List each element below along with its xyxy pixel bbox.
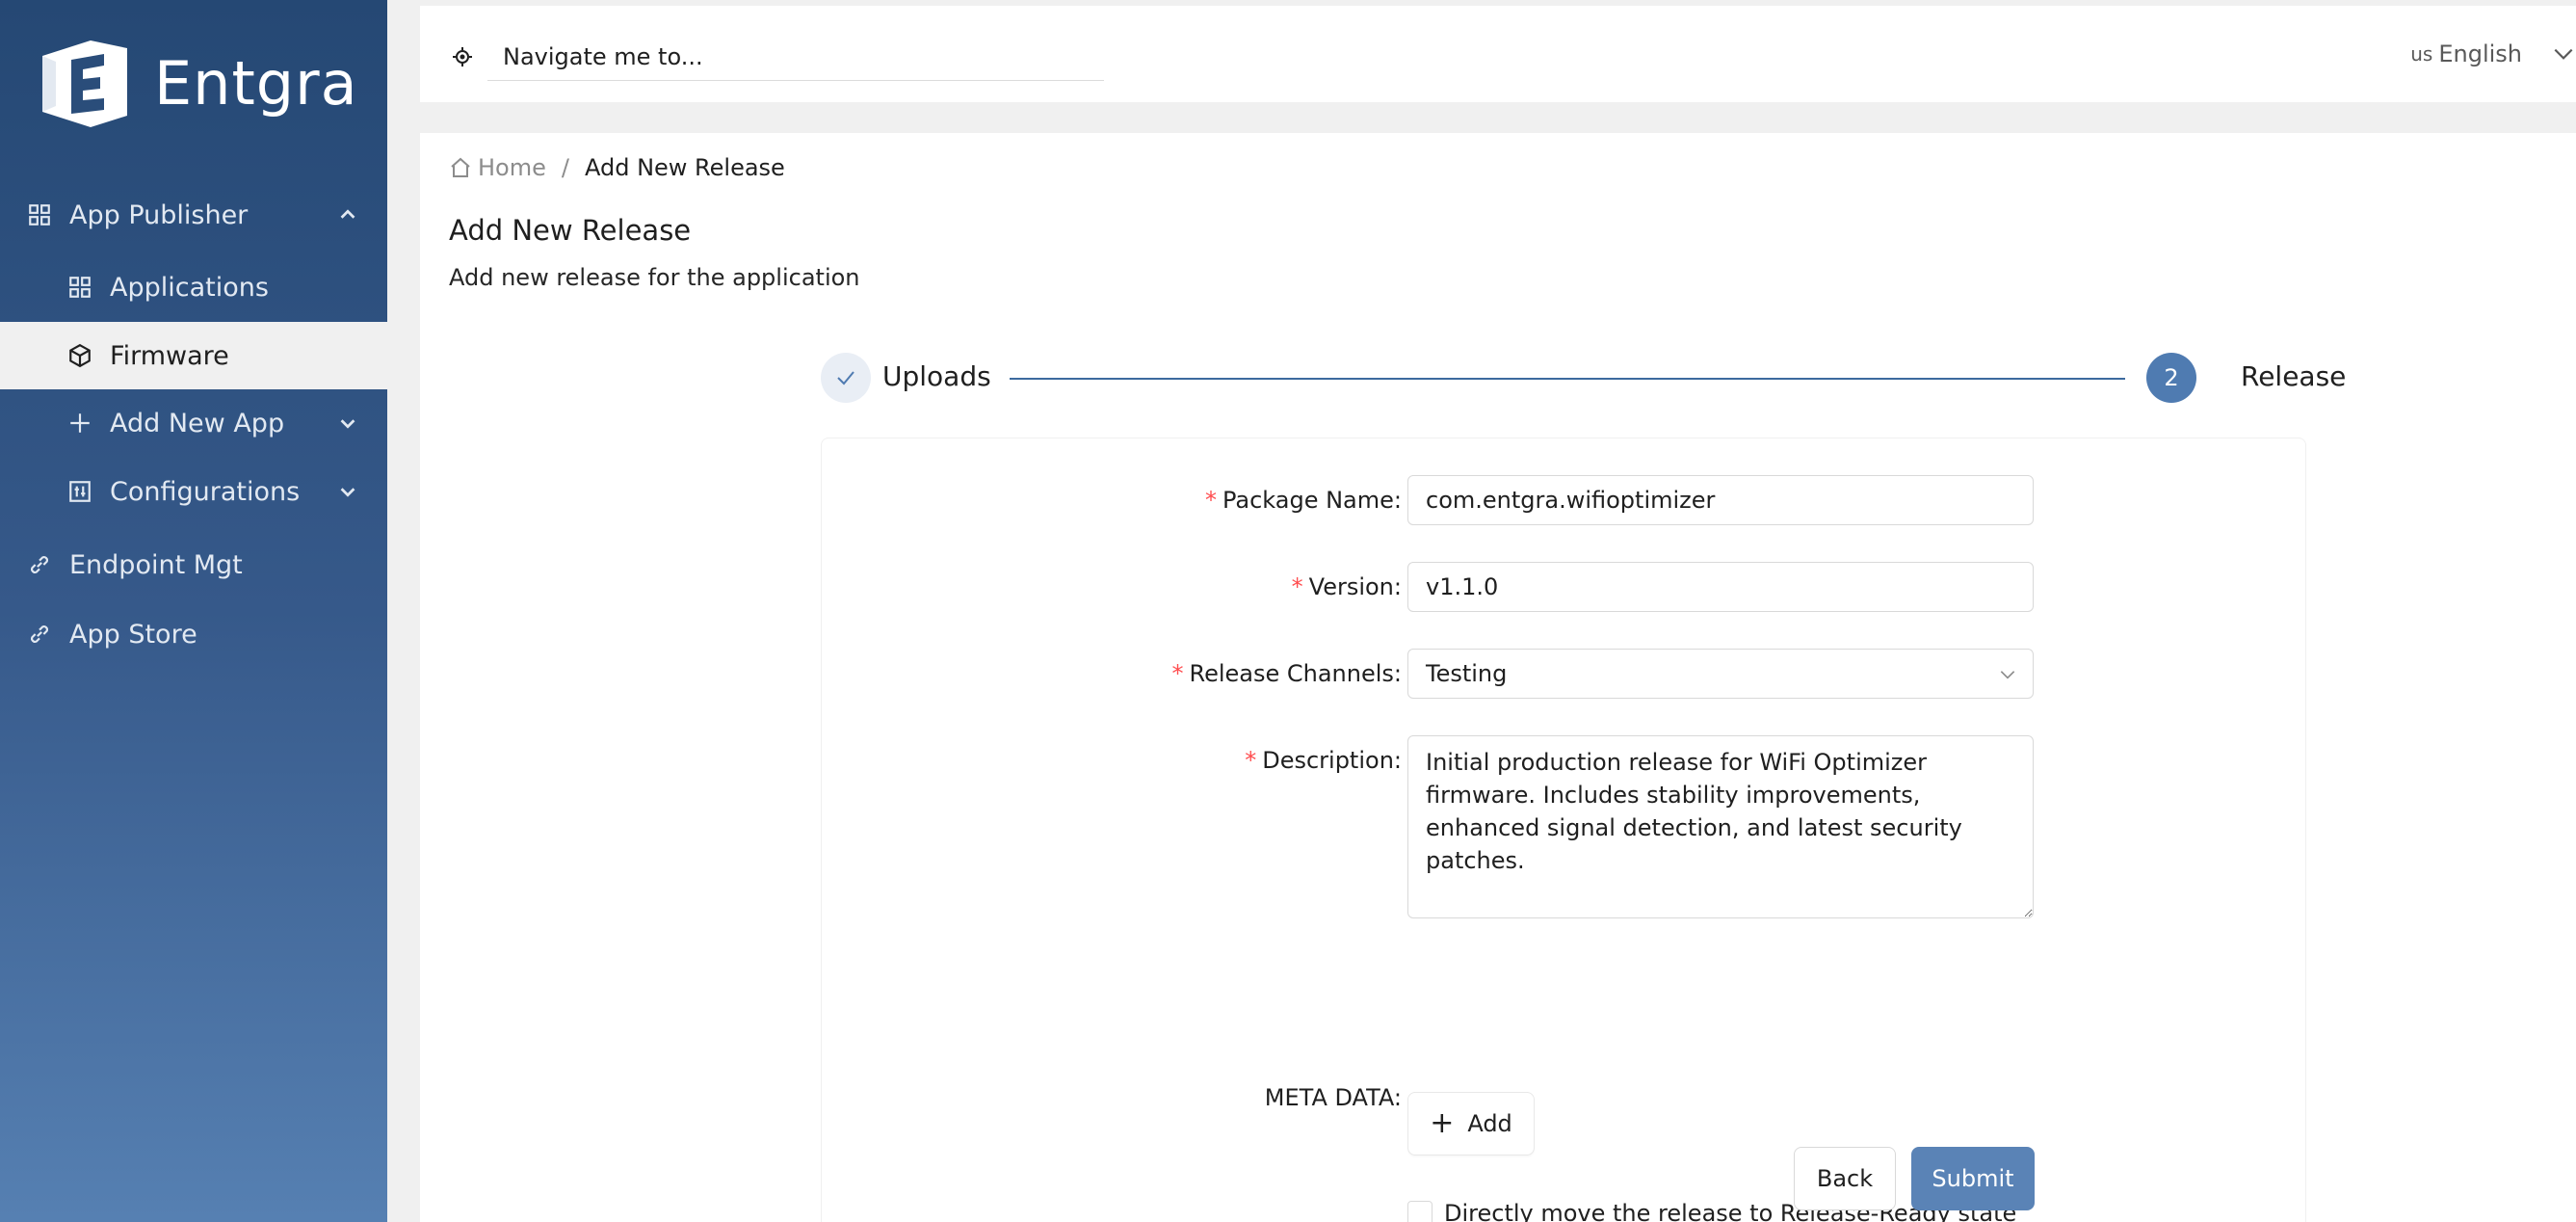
sliders-icon	[69, 481, 91, 502]
check-icon	[837, 371, 854, 385]
breadcrumb-separator: /	[561, 154, 569, 181]
plus-icon: +	[1430, 1106, 1455, 1140]
chevron-up-icon	[340, 209, 355, 219]
entgra-logo-icon	[42, 40, 127, 127]
link-icon	[31, 625, 48, 643]
step-release-label: Release	[2241, 360, 2347, 392]
step-connector	[1010, 378, 2125, 380]
breadcrumb-home-link[interactable]: Home	[478, 154, 546, 181]
chevron-down-icon	[340, 488, 355, 497]
page-subtitle: Add new release for the application	[449, 264, 860, 291]
package-name-label: * Package Name:	[1204, 487, 1402, 514]
navigate-search	[451, 31, 1507, 83]
steps: Uploads 2 Release	[821, 351, 2346, 405]
sidebar-item-label: Add New App	[110, 408, 285, 438]
sidebar: Entgra App Publisher Applications Firmwa…	[0, 0, 387, 1222]
sidebar-item-configurations[interactable]: Configurations	[0, 458, 387, 525]
release-channels-label: * Release Channels:	[1171, 660, 1402, 687]
home-icon	[451, 157, 470, 177]
sidebar-item-label: App Publisher	[69, 199, 249, 230]
sidebar-item-label: Firmware	[110, 340, 229, 371]
chevron-down-icon	[340, 419, 355, 429]
step-done-indicator	[821, 353, 871, 403]
meta-data-label: META DATA:	[1264, 1084, 1402, 1111]
chevron-down-icon	[2554, 48, 2573, 60]
release-channels-select[interactable]: Testing	[1407, 649, 2034, 699]
description-textarea[interactable]: Initial production release for WiFi Opti…	[1407, 735, 2034, 918]
sidebar-item-app-publisher[interactable]: App Publisher	[0, 181, 387, 249]
language-selector[interactable]: us English	[2410, 40, 2576, 67]
sidebar-item-label: Applications	[110, 272, 269, 303]
step-uploads-label: Uploads	[882, 360, 991, 392]
version-input[interactable]	[1407, 562, 2034, 612]
page-title: Add New Release	[449, 214, 692, 247]
chevron-down-icon	[2000, 671, 2015, 679]
release-channels-value: Testing	[1426, 660, 1508, 687]
release-form: *Package Name: *Version: *Release Channe…	[821, 438, 2306, 1222]
link-icon	[31, 556, 48, 573]
package-name-input[interactable]	[1407, 475, 2034, 525]
language-label: English	[2438, 40, 2522, 67]
sidebar-item-applications[interactable]: Applications	[0, 253, 387, 321]
breadcrumb-current: Add New Release	[584, 154, 785, 181]
sidebar-item-firmware[interactable]: Firmware	[0, 322, 387, 389]
main-content: Home / Add New Release Add New Release A…	[420, 133, 2576, 1222]
breadcrumb: Home / Add New Release	[449, 154, 785, 181]
sidebar-item-app-store[interactable]: App Store	[0, 600, 387, 668]
grid-icon	[69, 277, 91, 298]
plus-icon	[70, 413, 90, 433]
release-ready-checkbox[interactable]	[1407, 1201, 1433, 1222]
sidebar-item-add-new-app[interactable]: Add New App	[0, 389, 387, 457]
add-meta-data-label: Add	[1467, 1110, 1512, 1137]
top-header: us English	[420, 6, 2576, 102]
step-current-indicator: 2	[2146, 353, 2196, 403]
sidebar-item-label: Endpoint Mgt	[69, 549, 243, 580]
sidebar-item-endpoint-mgt[interactable]: Endpoint Mgt	[0, 531, 387, 598]
submit-button[interactable]: Submit	[1911, 1147, 2035, 1210]
version-label: * Version:	[1291, 573, 1402, 600]
brand-name: Entgra	[154, 47, 358, 119]
sidebar-item-label: Configurations	[110, 476, 301, 507]
cube-icon	[69, 343, 91, 368]
add-meta-data-button[interactable]: + Add	[1407, 1092, 1535, 1156]
grid-icon	[29, 204, 50, 226]
navigate-search-input[interactable]	[487, 33, 1104, 81]
back-button[interactable]: Back	[1794, 1147, 1896, 1210]
brand-logo[interactable]: Entgra	[33, 35, 358, 131]
crosshair-icon	[453, 47, 472, 66]
sidebar-item-label: App Store	[69, 619, 197, 650]
description-label: * Description:	[1245, 747, 1402, 774]
flag-icon: us	[2410, 42, 2433, 66]
